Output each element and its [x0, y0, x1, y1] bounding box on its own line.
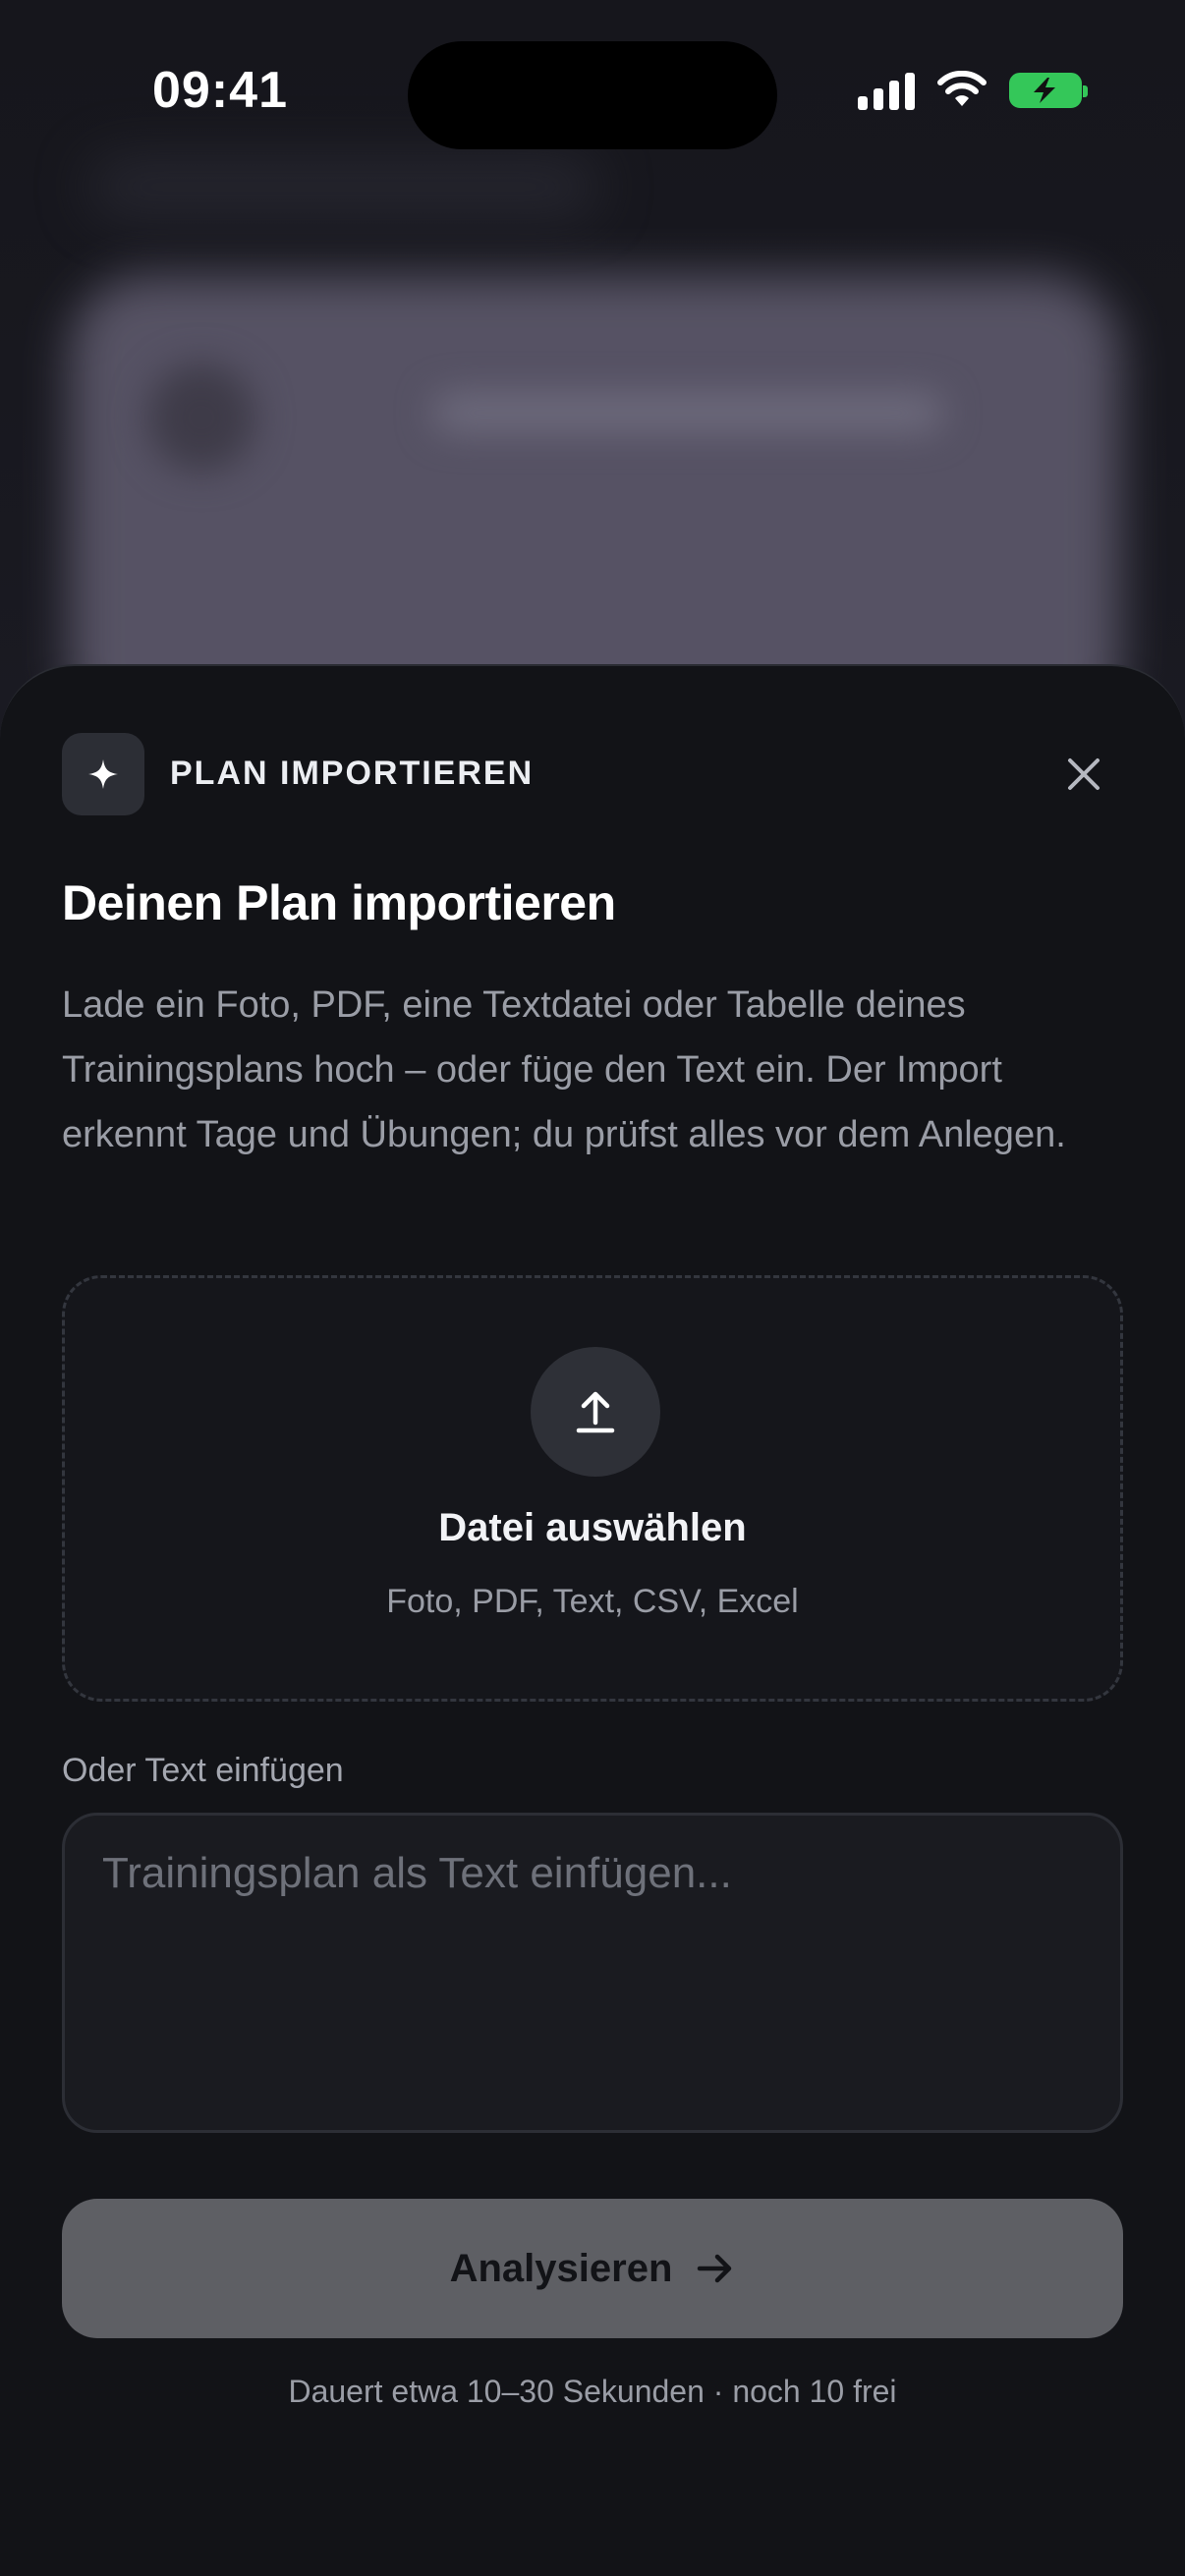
upload-icon-circle — [531, 1347, 660, 1477]
header-label: PLAN IMPORTIEREN — [170, 755, 535, 792]
status-icons — [858, 71, 1088, 110]
sheet-header: PLAN IMPORTIEREN — [62, 733, 1123, 815]
arrow-right-icon — [698, 2254, 732, 2283]
sparkle-icon — [88, 759, 118, 789]
upload-icon — [576, 1391, 615, 1433]
sheet-title: Deinen Plan importieren — [62, 875, 616, 930]
background-avatar-blur — [147, 364, 255, 472]
background-line-blur — [432, 393, 943, 432]
upload-file-types: Foto, PDF, Text, CSV, Excel — [386, 1583, 799, 1620]
paste-text-input[interactable] — [62, 1813, 1123, 2133]
analyze-button[interactable]: Analysieren — [62, 2199, 1123, 2338]
close-icon — [1068, 758, 1100, 790]
status-time: 09:41 — [152, 62, 288, 119]
import-sheet: PLAN IMPORTIEREN Deinen Plan importieren… — [0, 664, 1185, 2576]
status-bar: 09:41 — [0, 0, 1185, 187]
close-button[interactable] — [1044, 735, 1123, 813]
analyze-button-label: Analysieren — [449, 2246, 673, 2290]
sheet-description: Lade ein Foto, PDF, eine Textdatei oder … — [62, 984, 1066, 1155]
upload-label: Datei auswählen — [438, 1506, 747, 1549]
header-badge — [62, 733, 144, 815]
file-upload-zone[interactable]: Datei auswählen Foto, PDF, Text, CSV, Ex… — [62, 1275, 1123, 1702]
battery-charging-icon — [1009, 73, 1088, 108]
analysis-duration-note: Dauert etwa 10–30 Sekunden · noch 10 fre… — [288, 2374, 897, 2409]
screen: 09:41 PLAN IMPORTIEREN Deinen Plan impor… — [0, 0, 1185, 2576]
dynamic-island — [408, 41, 777, 149]
cellular-signal-icon — [858, 71, 915, 110]
wifi-icon — [937, 71, 987, 106]
paste-text-label: Oder Text einfügen — [62, 1752, 344, 1789]
